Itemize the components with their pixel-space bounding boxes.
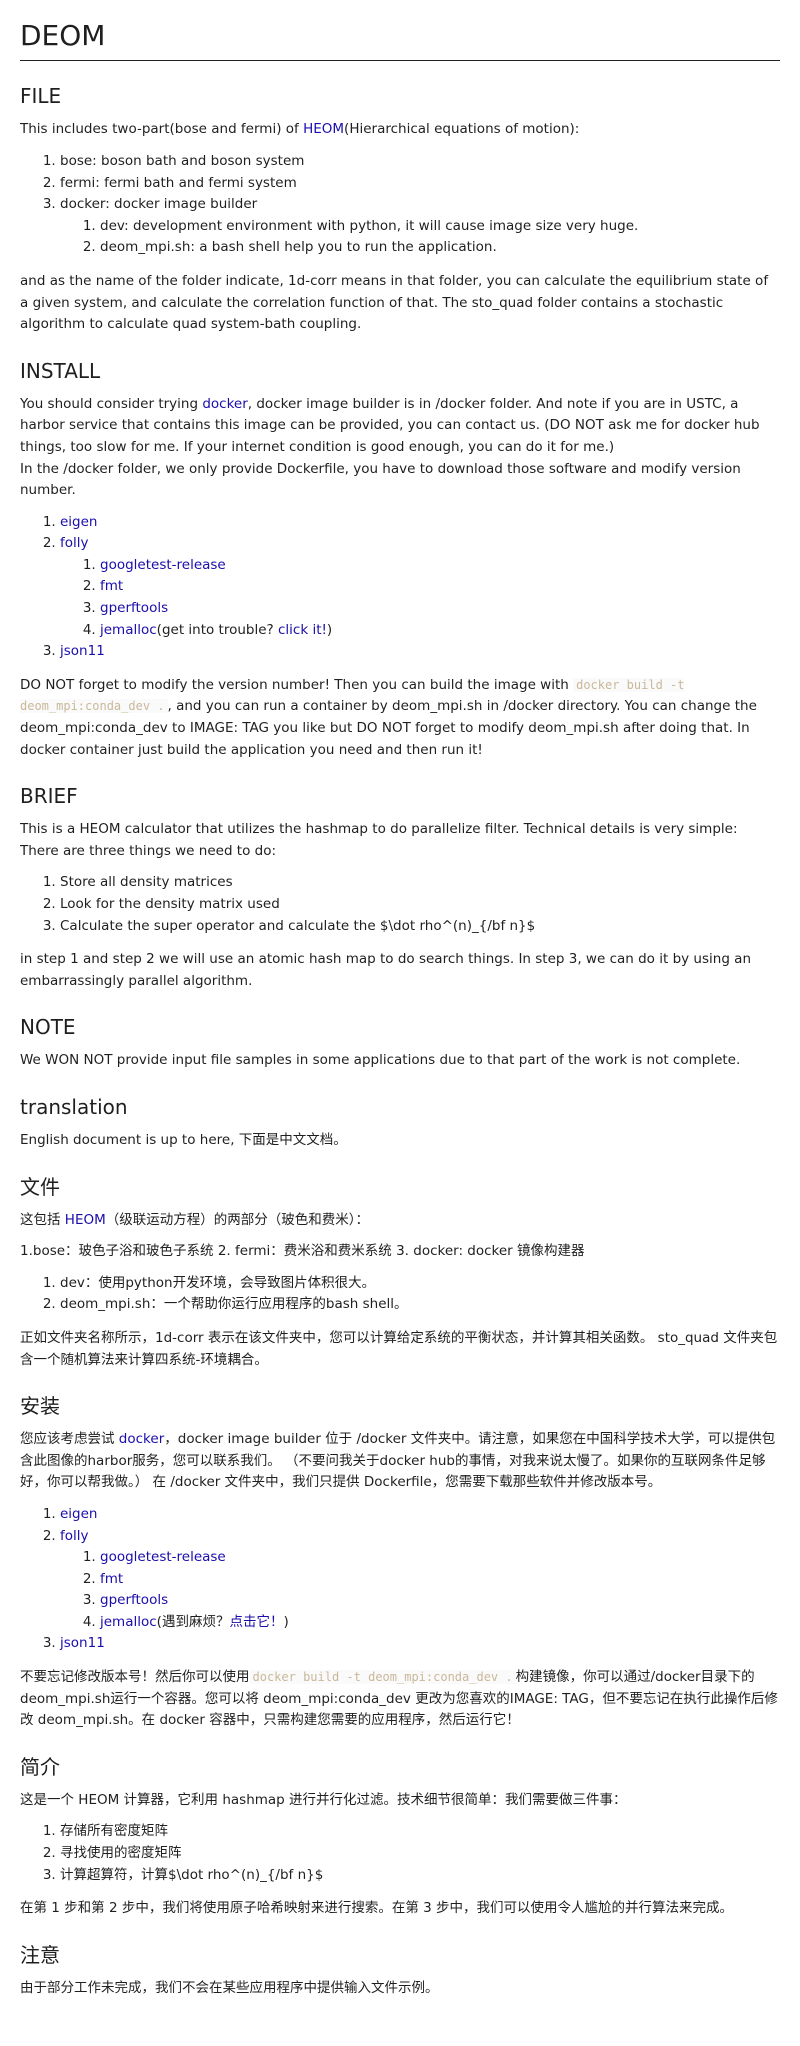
zh-fmt-link[interactable]: fmt bbox=[100, 1571, 123, 1587]
zh-install-heading: 安装 bbox=[20, 1394, 60, 1419]
install-heading: INSTALL bbox=[20, 358, 101, 383]
list-item: gperftools bbox=[100, 598, 780, 620]
list-item: deom_mpi.sh：一个帮助你运行应用程序的bash shell。 bbox=[60, 1294, 780, 1316]
json11-link[interactable]: json11 bbox=[60, 643, 105, 659]
click-it-link[interactable]: click it! bbox=[278, 622, 327, 638]
heom-link[interactable]: HEOM bbox=[303, 121, 344, 137]
list-item: dev: development environment with python… bbox=[100, 216, 780, 238]
note-text: We WON NOT provide input file samples in… bbox=[20, 1052, 741, 1069]
zh-folly-link[interactable]: folly bbox=[60, 1528, 89, 1544]
zh-eigen-link[interactable]: eigen bbox=[60, 1506, 98, 1522]
readme-document: DEOM FILE This includes two-part(bose an… bbox=[0, 0, 800, 2029]
file-intro: This includes two-part(bose and fermi) o… bbox=[20, 121, 580, 138]
list-item: 寻找使用的密度矩阵 bbox=[60, 1843, 780, 1865]
list-item: gperftools bbox=[100, 1590, 780, 1612]
zh-file-line: 1.bose：玻色子浴和玻色子系统 2. fermi：费米浴和费米系统 3. d… bbox=[20, 1243, 585, 1260]
list-item: Look for the density matrix used bbox=[60, 894, 780, 916]
list-item: 计算超算符，计算$\dot rho^(n)_{/bf n}$ bbox=[60, 1865, 780, 1887]
zh-file-intro: 这包括 HEOM（级联运动方程）的两部分（玻色和费米）： bbox=[20, 1211, 370, 1228]
list-item: googletest-release bbox=[100, 1547, 780, 1569]
zh-note-heading: 注意 bbox=[20, 1942, 60, 1967]
folly-sublist: googletest-release fmt gperftools jemall… bbox=[60, 555, 780, 641]
zh-click-it-link[interactable]: 点击它！ bbox=[229, 1614, 283, 1630]
list-item: fermi: fermi bath and fermi system bbox=[60, 173, 780, 195]
list-item: bose: boson bath and boson system bbox=[60, 151, 780, 173]
file-heading: FILE bbox=[20, 84, 62, 109]
list-item: dev：使用python开发环境，会导致图片体积很大。 bbox=[60, 1273, 780, 1295]
zh-googletest-link[interactable]: googletest-release bbox=[100, 1549, 226, 1565]
brief-heading: BRIEF bbox=[20, 784, 78, 809]
list-item: eigen bbox=[60, 1504, 780, 1526]
page-title: DEOM bbox=[20, 18, 780, 62]
zh-dependency-list: eigen folly googletest-release fmt gperf… bbox=[20, 1504, 780, 1655]
zh-docker-link[interactable]: docker bbox=[119, 1431, 164, 1447]
brief-intro: This is a HEOM calculator that utilizes … bbox=[20, 821, 738, 859]
brief-list: Store all density matrices Look for the … bbox=[20, 872, 780, 937]
folly-link[interactable]: folly bbox=[60, 535, 89, 551]
translation-heading: translation bbox=[20, 1094, 128, 1119]
gperftools-link[interactable]: gperftools bbox=[100, 600, 168, 616]
list-item: folly googletest-release fmt gperftools … bbox=[60, 1526, 780, 1634]
dependency-list: eigen folly googletest-release fmt gperf… bbox=[20, 512, 780, 663]
zh-install-build: 不要忘记修改版本号！然后你可以使用 docker build -t deom_mp… bbox=[20, 1669, 778, 1729]
docker-link[interactable]: docker bbox=[202, 396, 247, 412]
install-build: DO NOT forget to modify the version numb… bbox=[20, 676, 757, 758]
list-item: json11 bbox=[60, 641, 780, 663]
zh-install-intro: 您应该考虑尝试 docker，docker image builder 位于 /… bbox=[20, 1431, 776, 1491]
list-item: googletest-release bbox=[100, 555, 780, 577]
zh-file-outro: 正如文件夹名称所示，1d-corr 表示在该文件夹中，您可以计算给定系统的平衡状… bbox=[20, 1329, 778, 1368]
list-item: json11 bbox=[60, 1633, 780, 1655]
zh-jemalloc-link[interactable]: jemalloc bbox=[100, 1614, 157, 1630]
list-item: jemalloc(遇到麻烦？点击它！) bbox=[100, 1612, 780, 1634]
zh-json11-link[interactable]: json11 bbox=[60, 1635, 105, 1651]
list-item: Calculate the super operator and calcula… bbox=[60, 916, 780, 938]
brief-outro: in step 1 and step 2 we will use an atom… bbox=[20, 951, 752, 989]
install-dockerfile-note: In the /docker folder, we only provide D… bbox=[20, 460, 741, 499]
list-item: docker: docker image builder dev: develo… bbox=[60, 194, 780, 259]
zh-note-text: 由于部分工作未完成，我们不会在某些应用程序中提供输入文件示例。 bbox=[20, 1979, 439, 1996]
zh-file-heading: 文件 bbox=[20, 1174, 60, 1199]
zh-folly-sublist: googletest-release fmt gperftools jemall… bbox=[60, 1547, 780, 1633]
list-item: fmt bbox=[100, 1569, 780, 1591]
fmt-link[interactable]: fmt bbox=[100, 578, 123, 594]
list-item: fmt bbox=[100, 576, 780, 598]
translation-text: English document is up to here, 下面是中文文档。 bbox=[20, 1131, 347, 1148]
list-item: folly googletest-release fmt gperftools … bbox=[60, 533, 780, 641]
zh-heom-link[interactable]: HEOM bbox=[65, 1212, 106, 1228]
list-item: jemalloc(get into trouble? click it!) bbox=[100, 620, 780, 642]
install-intro: You should consider trying docker, docke… bbox=[20, 395, 760, 455]
zh-build-command: docker build -t deom_mpi:conda_dev . bbox=[249, 1670, 516, 1685]
note-heading: NOTE bbox=[20, 1015, 76, 1040]
eigen-link[interactable]: eigen bbox=[60, 514, 98, 530]
googletest-link[interactable]: googletest-release bbox=[100, 557, 226, 573]
list-item: 存储所有密度矩阵 bbox=[60, 1821, 780, 1843]
file-outro: and as the name of the folder indicate, … bbox=[20, 272, 769, 333]
zh-brief-outro: 在第 1 步和第 2 步中，我们将使用原子哈希映射来进行搜索。在第 3 步中，我… bbox=[20, 1900, 734, 1917]
list-item: Store all density matrices bbox=[60, 872, 780, 894]
zh-gperftools-link[interactable]: gperftools bbox=[100, 1592, 168, 1608]
zh-brief-intro: 这是一个 HEOM 计算器，它利用 hashmap 进行并行化过滤。技术细节很简… bbox=[20, 1791, 627, 1808]
list-item: eigen bbox=[60, 512, 780, 534]
docker-sublist: dev: development environment with python… bbox=[60, 216, 780, 259]
file-list: bose: boson bath and boson system fermi:… bbox=[20, 151, 780, 259]
zh-file-list: dev：使用python开发环境，会导致图片体积很大。 deom_mpi.sh：… bbox=[20, 1273, 780, 1316]
jemalloc-link[interactable]: jemalloc bbox=[100, 622, 157, 638]
zh-brief-heading: 简介 bbox=[20, 1754, 60, 1779]
list-item: deom_mpi.sh: a bash shell help you to ru… bbox=[100, 237, 780, 259]
zh-brief-list: 存储所有密度矩阵 寻找使用的密度矩阵 计算超算符，计算$\dot rho^(n)… bbox=[20, 1821, 780, 1886]
